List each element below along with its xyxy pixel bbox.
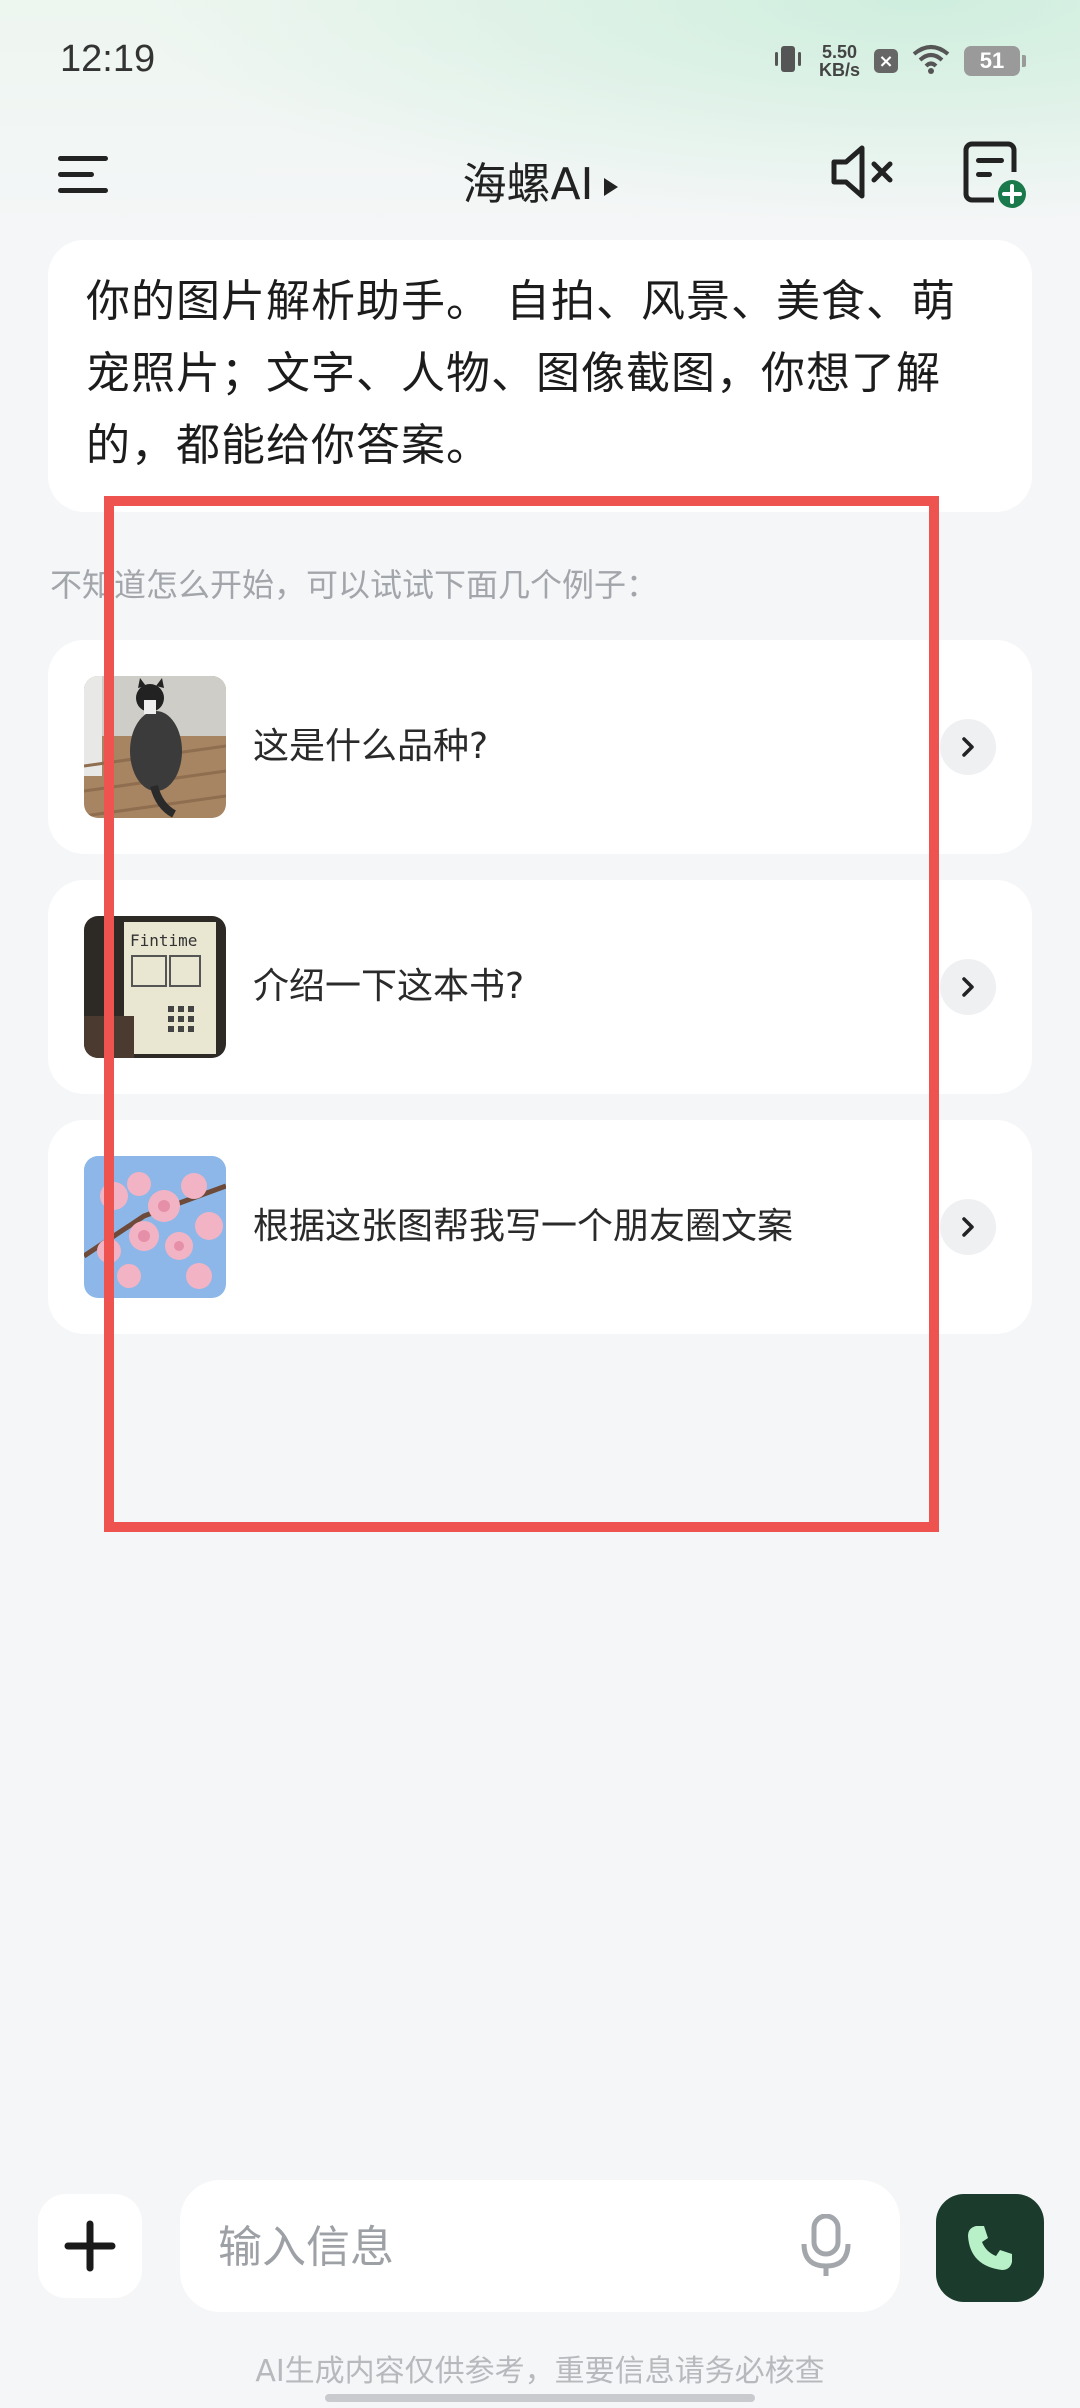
speaker-mute-icon[interactable]: [828, 140, 898, 204]
example-card-book[interactable]: Fintime 介绍一下这本书?: [48, 880, 1032, 1094]
network-speed-value: 5.50: [821, 42, 858, 62]
play-arrow-icon: [603, 178, 618, 196]
book-cover-title: Fintime: [130, 931, 197, 950]
add-attachment-button[interactable]: [38, 2194, 142, 2298]
chevron-right-icon[interactable]: [940, 719, 996, 775]
app-title[interactable]: 海螺AI: [0, 148, 1080, 212]
example-label: 这是什么品种?: [253, 726, 489, 767]
app-title-label: 海螺AI: [462, 159, 594, 210]
status-time: 12:19: [60, 38, 156, 80]
disclaimer-text: AI生成内容仅供参考，重要信息请务必核查: [255, 2354, 825, 2389]
new-chat-icon[interactable]: [960, 140, 1030, 210]
cat-thumbnail: [84, 676, 226, 818]
hint-text: 不知道怎么开始，可以试试下面几个例子：: [50, 566, 659, 604]
vibrate-icon: [771, 42, 805, 80]
network-speed: 5.50 KB/s: [819, 43, 860, 79]
example-label: 介绍一下这本书?: [253, 966, 525, 1007]
message-input[interactable]: [216, 2180, 780, 2314]
example-card-caption[interactable]: 根据这张图帮我写一个朋友圈文案: [48, 1120, 1032, 1334]
app-header: 海螺AI: [0, 130, 1080, 220]
message-input-box[interactable]: [180, 2180, 900, 2314]
intro-text: 你的图片解析助手。 自拍、风景、美食、萌宠照片；文字、人物、图像截图，你想了解的…: [86, 276, 956, 471]
network-speed-unit: KB/s: [818, 60, 860, 80]
home-indicator[interactable]: [325, 2394, 755, 2402]
chevron-right-icon[interactable]: [940, 1199, 996, 1255]
chevron-right-icon[interactable]: [940, 959, 996, 1015]
plus-icon: [64, 2220, 116, 2272]
status-bar: 12:19 5.50 KB/s × 51: [0, 0, 1080, 120]
example-card-breed[interactable]: 这是什么品种?: [48, 640, 1032, 854]
microphone-icon[interactable]: [796, 2213, 856, 2278]
phone-icon: [968, 2226, 1012, 2270]
example-label: 根据这张图帮我写一个朋友圈文案: [253, 1206, 794, 1247]
blossom-thumbnail: [84, 1156, 226, 1298]
wifi-icon: [912, 44, 950, 78]
book-thumbnail: Fintime: [84, 916, 226, 1058]
close-box-icon: ×: [874, 49, 898, 73]
voice-call-button[interactable]: [936, 2194, 1044, 2302]
intro-card: 你的图片解析助手。 自拍、风景、美食、萌宠照片；文字、人物、图像截图，你想了解的…: [48, 240, 1032, 512]
status-icons: 5.50 KB/s × 51: [771, 42, 1026, 80]
battery-indicator: 51: [964, 46, 1026, 76]
